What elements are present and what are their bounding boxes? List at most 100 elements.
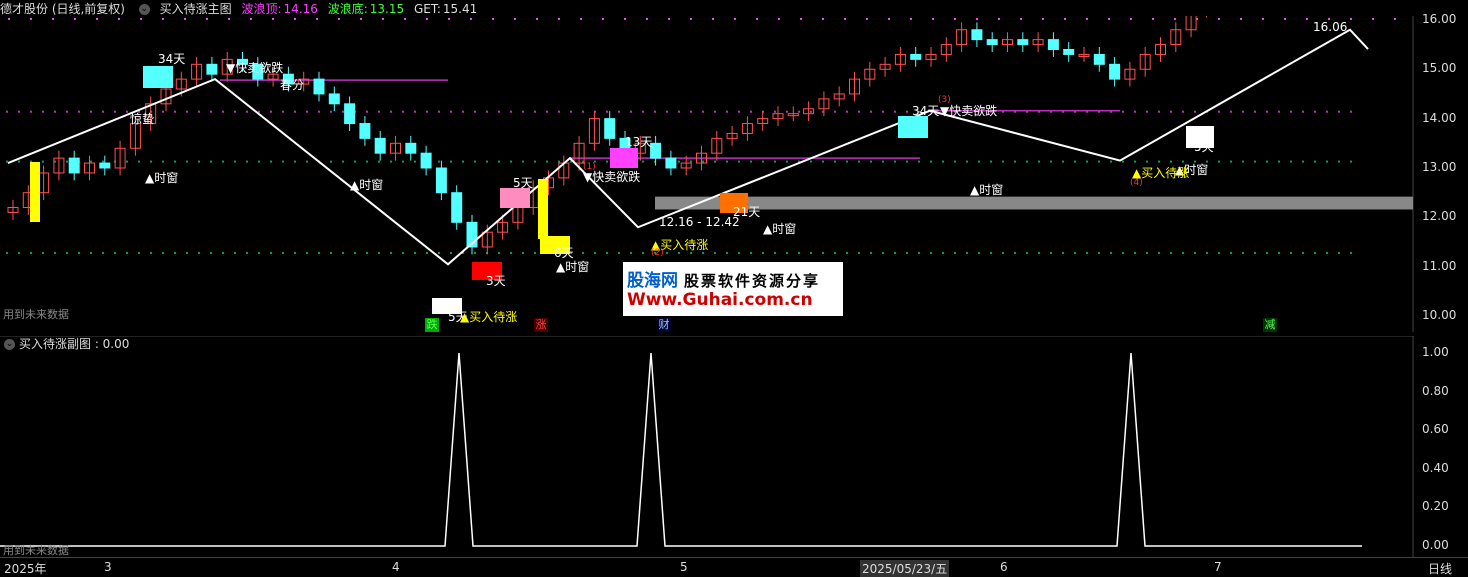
top-marker-dot xyxy=(800,18,802,20)
level-dot xyxy=(858,160,860,163)
level-dot xyxy=(78,110,80,113)
level-dot xyxy=(1134,160,1136,163)
level-dot xyxy=(330,110,332,113)
level-dot xyxy=(606,160,608,163)
level-dot xyxy=(222,160,224,163)
level-dot xyxy=(906,160,908,163)
level-dot xyxy=(1086,160,1088,163)
level-dot xyxy=(990,251,992,254)
top-marker-dot xyxy=(316,18,318,20)
y-tick-label: 0.40 xyxy=(1422,460,1449,475)
y-tick-label: 14.00 xyxy=(1422,110,1457,125)
level-dot xyxy=(738,110,740,113)
top-marker-dot xyxy=(910,18,912,20)
level-dot xyxy=(1230,110,1232,113)
top-marker-dot xyxy=(1218,18,1220,20)
level-dot xyxy=(1062,251,1064,254)
level-dot xyxy=(894,110,896,113)
future-data-note-sub: 用到未来数据 xyxy=(3,544,69,557)
high-price-label: 16.06 xyxy=(1313,20,1348,34)
level-dot xyxy=(930,160,932,163)
level-dot xyxy=(1038,251,1040,254)
level-dot xyxy=(1218,160,1220,163)
level-dot xyxy=(786,160,788,163)
level-dot xyxy=(54,251,56,254)
level-dot xyxy=(846,160,848,163)
level-dot xyxy=(978,160,980,163)
level-dot xyxy=(822,160,824,163)
level-dot xyxy=(774,160,776,163)
level-dot xyxy=(882,110,884,113)
top-marker-dot xyxy=(822,18,824,20)
time-axis[interactable]: 2025年 3 4 5 2025/05/23/五 6 7 日线 xyxy=(0,557,1468,577)
level-dot xyxy=(1350,251,1352,254)
y-tick-label: 15.00 xyxy=(1422,61,1457,76)
time-window-label: ▲时窗 xyxy=(350,178,384,192)
top-marker-dot xyxy=(514,18,516,20)
level-dot xyxy=(234,251,236,254)
period-label[interactable]: 日线 xyxy=(1428,560,1452,577)
main-y-axis: 16.00 15.00 14.00 13.00 12.00 11.00 10.00 xyxy=(1414,12,1468,332)
top-marker-dot xyxy=(1262,18,1264,20)
level-dot xyxy=(1338,110,1340,113)
level-dot xyxy=(102,160,104,163)
level-dot xyxy=(390,251,392,254)
level-dot xyxy=(714,160,716,163)
level-dot xyxy=(1338,251,1340,254)
candle-body xyxy=(99,162,111,169)
y-tick-label: 0.00 xyxy=(1422,538,1449,552)
level-dot xyxy=(690,160,692,163)
get-value: 15.41 xyxy=(442,2,478,16)
level-dot xyxy=(102,110,104,113)
top-marker-dot xyxy=(118,18,120,20)
x-tick-label: 7 xyxy=(1214,560,1222,574)
level-dot xyxy=(414,110,416,113)
level-dot xyxy=(1110,251,1112,254)
level-dot xyxy=(1170,110,1172,113)
signal-box xyxy=(30,162,40,222)
level-dot xyxy=(1038,160,1040,163)
top-marker-dot xyxy=(998,18,1000,20)
level-dot xyxy=(378,110,380,113)
level-dot xyxy=(798,251,800,254)
level-dot xyxy=(450,251,452,254)
level-dot xyxy=(1230,251,1232,254)
level-dot xyxy=(1314,160,1316,163)
days-label: 34天 xyxy=(158,52,186,66)
level-dot xyxy=(54,110,56,113)
signal-box xyxy=(143,66,173,88)
top-marker-dot xyxy=(844,18,846,20)
sub-indicator-chart[interactable] xyxy=(0,336,1414,557)
wave-count-marker: (4) xyxy=(1130,178,1143,188)
level-dot xyxy=(1146,160,1148,163)
top-marker-dot xyxy=(338,18,340,20)
chart-header: 德才股份 (日线,前复权) ⌄ 买入待涨主图 波浪顶: 14.16 波浪底: 13.… xyxy=(0,0,483,16)
level-dot xyxy=(966,251,968,254)
level-dot xyxy=(534,160,536,163)
level-dot xyxy=(906,110,908,113)
wave-bottom-label: 波浪底: xyxy=(327,2,368,16)
watermark-url: Www.Guhai.com.cn xyxy=(627,290,813,310)
level-dot xyxy=(1074,251,1076,254)
top-marker-dot xyxy=(1042,18,1044,20)
candle-body xyxy=(986,39,998,46)
level-dot xyxy=(1326,160,1328,163)
indicator-name[interactable]: 买入待涨主图 xyxy=(160,2,232,16)
top-marker-dot xyxy=(272,18,274,20)
level-dot xyxy=(822,251,824,254)
level-dot xyxy=(402,110,404,113)
level-dot xyxy=(1230,160,1232,163)
level-dot xyxy=(762,251,764,254)
level-dot xyxy=(66,160,68,163)
top-marker-dot xyxy=(426,18,428,20)
level-dot xyxy=(630,251,632,254)
candle-body xyxy=(1017,39,1029,46)
x-tick-label: 2025年 xyxy=(4,562,47,576)
top-marker-dot xyxy=(1064,18,1066,20)
stock-title[interactable]: 德才股份 (日线,前复权) xyxy=(0,2,125,16)
indicator-toggle-icon[interactable]: ⌄ xyxy=(138,4,150,15)
top-marker-dot xyxy=(932,18,934,20)
wave-top-value: 14.16 xyxy=(283,2,318,16)
level-dot xyxy=(546,160,548,163)
level-dot xyxy=(1278,160,1280,163)
